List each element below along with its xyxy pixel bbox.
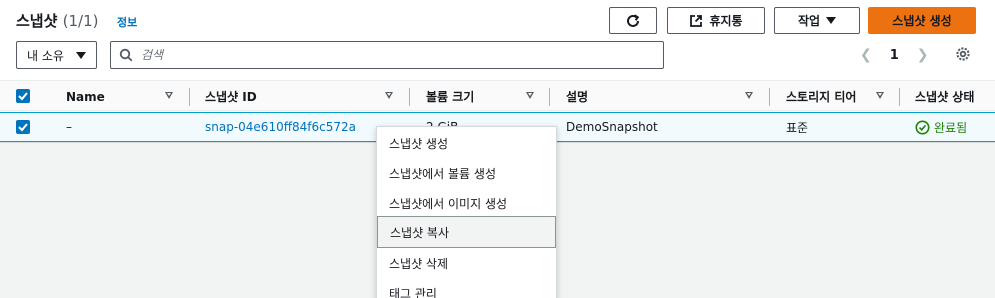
cell-description: DemoSnapshot: [566, 120, 658, 134]
page-title: 스냅샷 (1/1): [16, 10, 99, 31]
snapshots-panel: 스냅샷 (1/1) 정보 휴지통 작업 스냅샷 생성 내 소유 ❮: [0, 0, 995, 142]
chevron-right-icon[interactable]: ❯: [917, 47, 929, 63]
pagination: ❮ 1 ❯: [860, 44, 929, 66]
row-checkbox[interactable]: [16, 120, 30, 134]
cell-snapshot-id-link[interactable]: snap-04e610ff84f6c572a: [205, 113, 356, 141]
owner-filter-value: 내 소유: [27, 48, 64, 63]
cell-storage-tier: 표준: [786, 120, 809, 135]
menu-item-create-snapshot[interactable]: 스냅샷 생성: [377, 128, 556, 158]
actions-label: 작업: [797, 14, 821, 28]
settings-gear-icon[interactable]: [954, 45, 972, 67]
cell-name: –: [66, 120, 72, 134]
chevron-left-icon[interactable]: ❮: [860, 47, 872, 63]
success-check-icon: [915, 120, 930, 134]
external-link-icon: [690, 14, 703, 27]
menu-item-create-volume-from-snapshot[interactable]: 스냅샷에서 볼륨 생성: [377, 158, 556, 188]
cell-snapshot-status: 완료됨: [915, 113, 967, 141]
refresh-icon: [627, 13, 640, 27]
search-box[interactable]: [110, 41, 664, 69]
column-header-snapshot-id[interactable]: 스냅샷 ID: [205, 81, 257, 112]
column-header-snapshot-status[interactable]: 스냅샷 상태: [915, 81, 974, 112]
create-snapshot-button[interactable]: 스냅샷 생성: [868, 7, 976, 34]
menu-item-manage-tags[interactable]: 태그 관리: [377, 278, 556, 298]
column-divider[interactable]: [549, 88, 550, 106]
table-header: Name 스냅샷 ID 볼륨 크기 설명 스토리지 티어 스냅샷 상태: [0, 80, 995, 111]
info-link[interactable]: 정보: [117, 14, 137, 30]
select-all-checkbox[interactable]: [16, 89, 30, 103]
sort-icon[interactable]: [745, 92, 753, 99]
status-label: 완료됨: [934, 120, 968, 135]
column-divider[interactable]: [769, 88, 770, 106]
page-number[interactable]: 1: [890, 48, 899, 63]
column-divider[interactable]: [189, 88, 190, 106]
page-title-text: 스냅샷: [16, 12, 58, 30]
column-header-name[interactable]: Name: [66, 81, 105, 112]
sort-icon[interactable]: [876, 92, 884, 99]
search-input[interactable]: [141, 48, 641, 62]
selection-count: (1/1): [62, 12, 99, 30]
refresh-button[interactable]: [609, 7, 657, 34]
actions-button[interactable]: 작업: [774, 7, 860, 34]
caret-down-icon: [826, 17, 837, 24]
column-header-volume-size[interactable]: 볼륨 크기: [426, 81, 474, 112]
column-header-storage-tier[interactable]: 스토리지 티어: [786, 81, 856, 112]
search-icon: [119, 48, 133, 62]
menu-item-delete-snapshot[interactable]: 스냅샷 삭제: [377, 248, 556, 278]
create-snapshot-label: 스냅샷 생성: [892, 14, 952, 28]
caret-down-icon: [76, 51, 86, 59]
sort-icon[interactable]: [526, 92, 534, 99]
column-header-description[interactable]: 설명: [566, 81, 588, 112]
column-divider[interactable]: [899, 88, 900, 106]
recycle-bin-button[interactable]: 휴지통: [667, 7, 765, 34]
column-divider[interactable]: [409, 88, 410, 106]
sort-icon[interactable]: [165, 92, 173, 99]
recycle-bin-label: 휴지통: [709, 14, 743, 28]
menu-item-create-image-from-snapshot[interactable]: 스냅샷에서 이미지 생성: [377, 188, 556, 218]
owner-filter-select[interactable]: 내 소유: [16, 41, 97, 69]
actions-dropdown-menu: 스냅샷 생성 스냅샷에서 볼륨 생성 스냅샷에서 이미지 생성 스냅샷 복사 스…: [376, 126, 557, 298]
menu-item-copy-snapshot[interactable]: 스냅샷 복사: [377, 216, 556, 248]
sort-icon[interactable]: [385, 92, 393, 99]
